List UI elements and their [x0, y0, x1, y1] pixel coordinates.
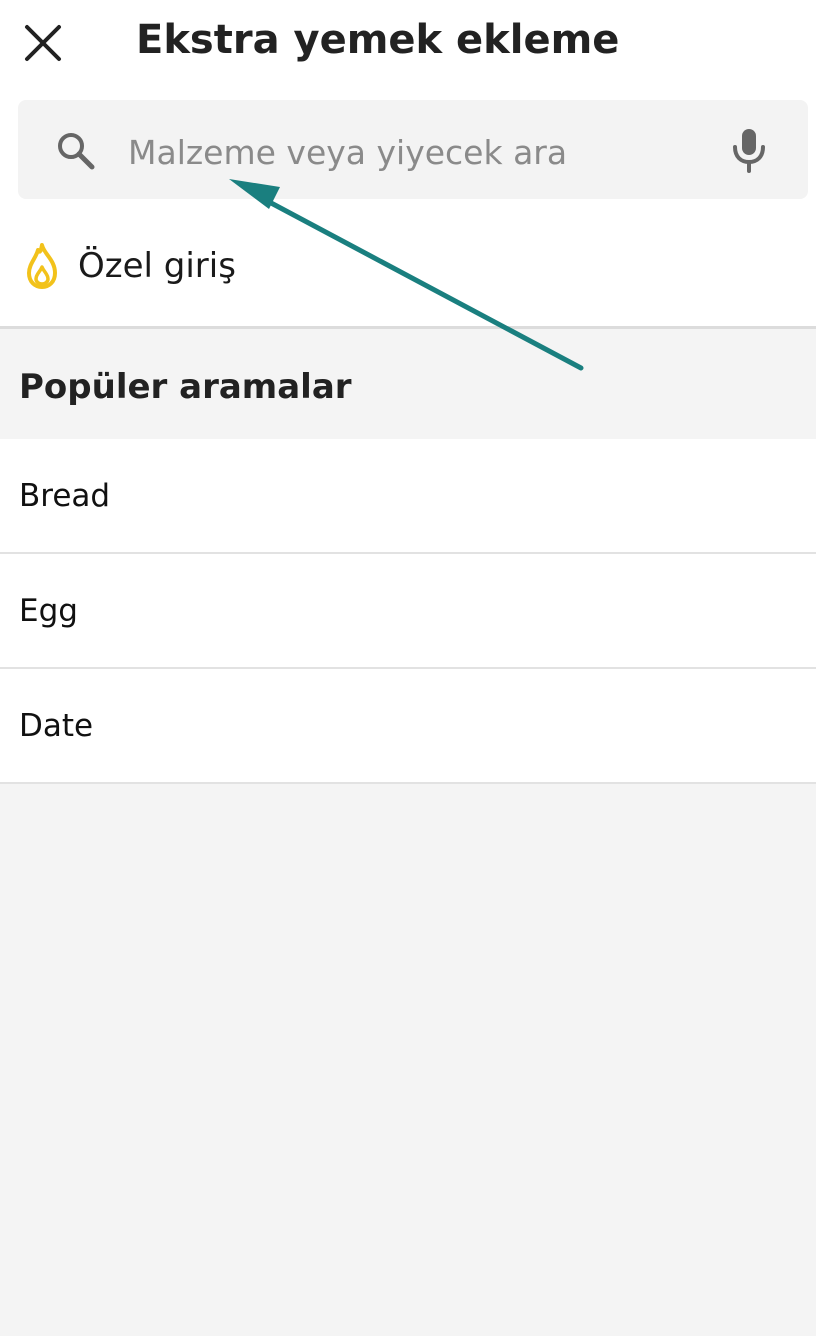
list-item-label: Bread — [19, 478, 111, 514]
list-item[interactable]: Egg — [0, 554, 816, 669]
section-title: Popüler aramalar — [19, 367, 352, 407]
add-extra-food-screen: Ekstra yemek ekleme Özel gi — [0, 0, 816, 1336]
custom-entry-label: Özel giriş — [78, 246, 236, 286]
top-panel: Ekstra yemek ekleme Özel gi — [0, 0, 816, 327]
page-title: Ekstra yemek ekleme — [136, 17, 620, 63]
microphone-icon — [733, 129, 765, 173]
search-input[interactable] — [128, 124, 688, 180]
voice-search-button[interactable] — [729, 126, 769, 174]
list-item-label: Egg — [19, 593, 78, 629]
close-button[interactable] — [22, 22, 64, 64]
list-item[interactable]: Date — [0, 669, 816, 784]
list-item-label: Date — [19, 708, 94, 744]
popular-searches-header: Popüler aramalar — [0, 329, 816, 439]
custom-entry-button[interactable]: Özel giriş — [0, 228, 816, 304]
popular-searches-list: Bread Egg Date — [0, 439, 816, 784]
search-icon — [56, 131, 96, 171]
flame-icon — [24, 242, 60, 290]
close-icon — [25, 25, 61, 61]
list-item[interactable]: Bread — [0, 439, 816, 554]
